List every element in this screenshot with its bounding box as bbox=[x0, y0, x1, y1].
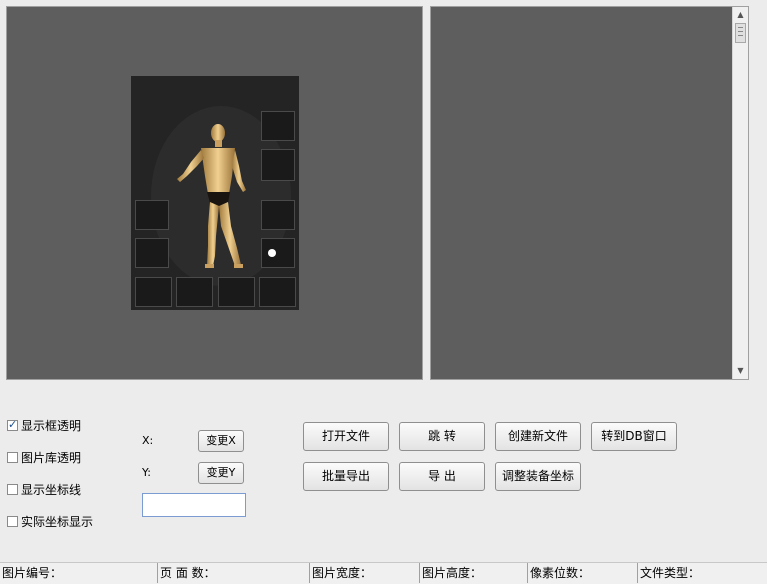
status-image-number: 图片编号： bbox=[0, 563, 158, 583]
status-file-type: 文件类型： bbox=[640, 566, 701, 580]
ring-gem-icon bbox=[268, 249, 276, 257]
checkbox-label: 显示坐标线 bbox=[21, 482, 82, 497]
open-file-button[interactable]: 打开文件 bbox=[303, 422, 389, 451]
adjust-equip-coords-button[interactable]: 调整装备坐标 bbox=[495, 462, 581, 491]
checkbox-library-transparent[interactable]: 图片库透明 bbox=[7, 449, 81, 465]
checkbox-frame-transparent[interactable]: 显示框透明 bbox=[7, 417, 81, 433]
slot-bottom-4[interactable] bbox=[259, 277, 296, 307]
to-db-window-button[interactable]: 转到DB窗口 bbox=[591, 422, 677, 451]
status-pixel-bits: 像素位数： bbox=[528, 563, 638, 583]
image-library-panel[interactable]: ▲ ▼ bbox=[430, 6, 749, 380]
scroll-up-icon[interactable]: ▲ bbox=[733, 7, 748, 23]
status-page-count: 页 面 数： bbox=[158, 563, 310, 583]
status-bar: 图片编号： 页 面 数： 图片宽度： 图片高度： 像素位数： 文件类型： bbox=[0, 562, 767, 584]
checkbox-label: 显示框透明 bbox=[21, 418, 82, 433]
checkbox-actual-coords[interactable]: 实际坐标显示 bbox=[7, 513, 93, 529]
checkbox-box[interactable] bbox=[7, 483, 18, 495]
checkbox-show-axis-lines[interactable]: 显示坐标线 bbox=[7, 481, 81, 497]
x-label: X: bbox=[142, 434, 154, 447]
slot-bottom-1[interactable] bbox=[135, 277, 172, 307]
slot-bottom-2[interactable] bbox=[176, 277, 213, 307]
slot-necklace[interactable] bbox=[261, 111, 295, 141]
scroll-down-icon[interactable]: ▼ bbox=[733, 363, 748, 379]
export-button[interactable]: 导 出 bbox=[399, 462, 485, 491]
checkbox-label: 实际坐标显示 bbox=[21, 514, 94, 529]
checkbox-box[interactable] bbox=[7, 451, 18, 463]
jump-button[interactable]: 跳 转 bbox=[399, 422, 485, 451]
checkbox-box[interactable] bbox=[7, 515, 18, 527]
slot-bottom-3[interactable] bbox=[218, 277, 255, 307]
coordinate-input[interactable] bbox=[142, 493, 246, 517]
slot-medal[interactable] bbox=[261, 149, 295, 181]
character-equipment-image bbox=[131, 76, 299, 310]
checkbox-box[interactable] bbox=[7, 418, 18, 431]
slot-bracelet-left[interactable] bbox=[135, 200, 169, 230]
slot-ring-left[interactable] bbox=[135, 238, 169, 268]
vertical-scrollbar[interactable]: ▲ ▼ bbox=[732, 7, 748, 379]
slot-bracelet-right[interactable] bbox=[261, 200, 295, 230]
slot-ring-right[interactable] bbox=[261, 238, 295, 268]
create-new-file-button[interactable]: 创建新文件 bbox=[495, 422, 581, 451]
change-y-button[interactable]: 变更Y bbox=[198, 462, 244, 484]
status-image-height: 图片高度： bbox=[420, 563, 528, 583]
image-preview-panel[interactable] bbox=[6, 6, 423, 380]
scroll-thumb[interactable] bbox=[735, 23, 746, 43]
batch-export-button[interactable]: 批量导出 bbox=[303, 462, 389, 491]
y-label: Y: bbox=[142, 466, 151, 479]
change-x-button[interactable]: 变更X bbox=[198, 430, 244, 452]
checkbox-label: 图片库透明 bbox=[21, 450, 82, 465]
status-image-width: 图片宽度： bbox=[310, 563, 420, 583]
